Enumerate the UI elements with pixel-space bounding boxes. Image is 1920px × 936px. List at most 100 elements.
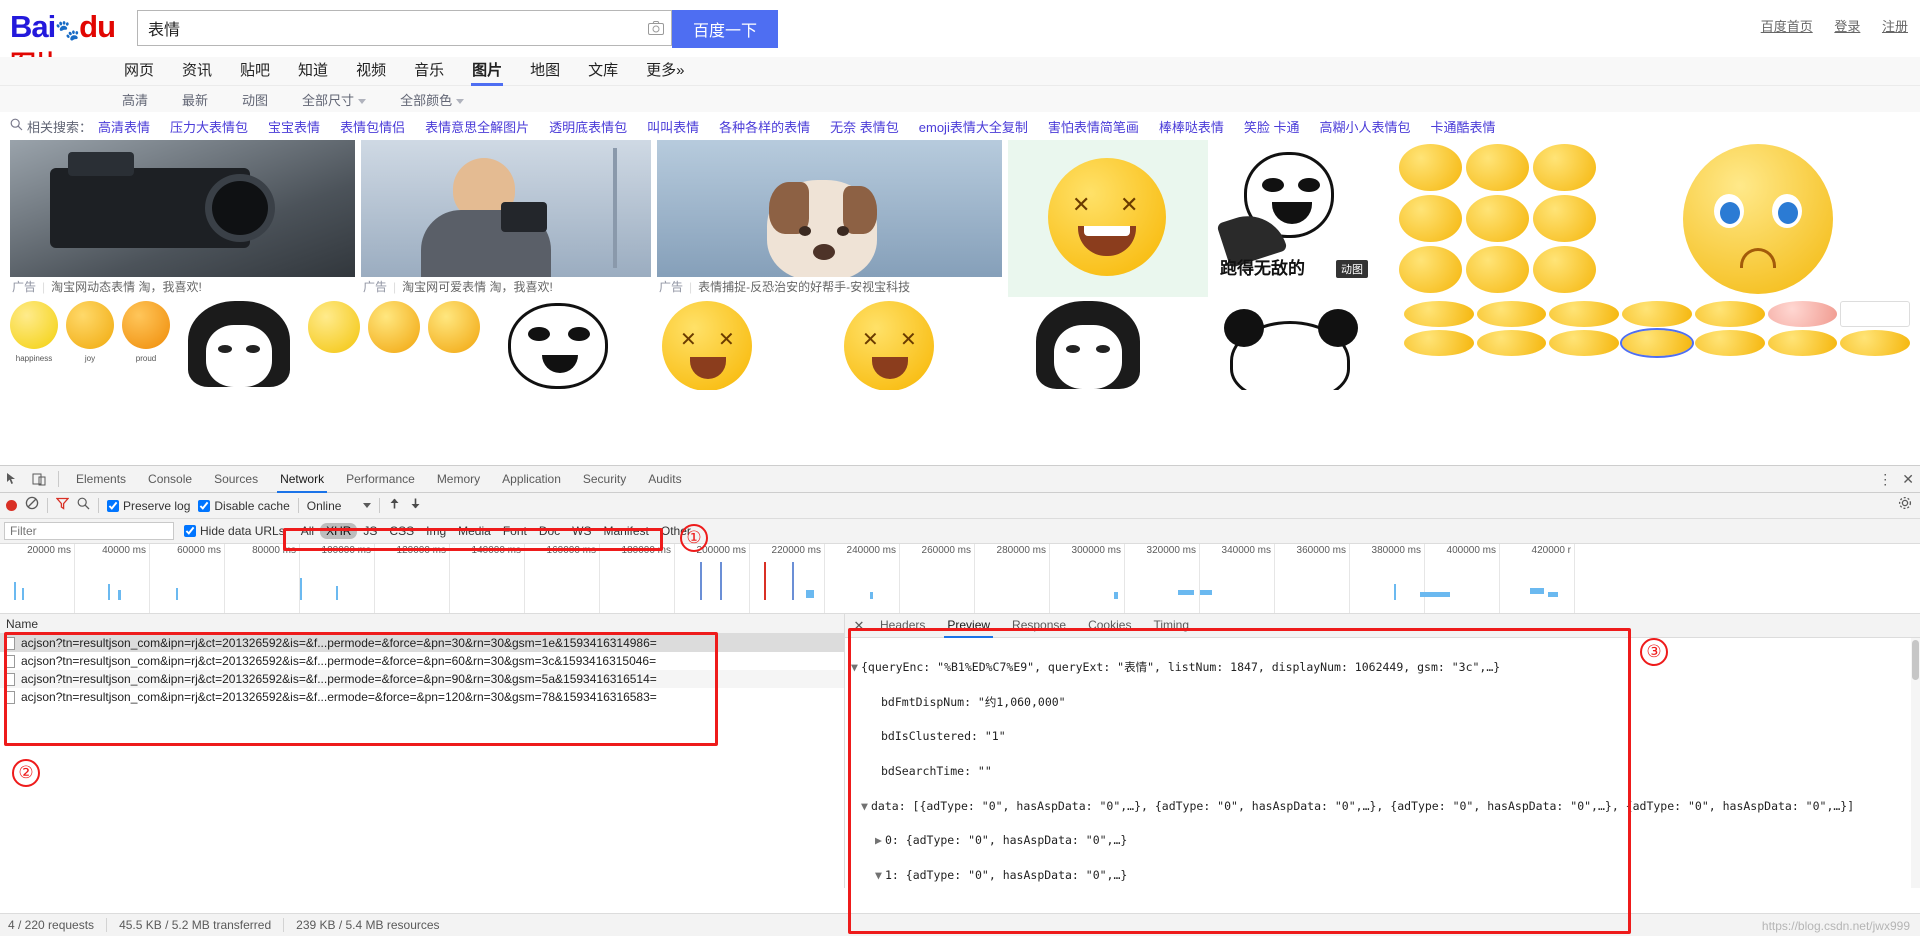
result-thumb-panda-2[interactable] — [1190, 301, 1400, 390]
nav-tab-news[interactable]: 资讯 — [168, 57, 226, 86]
tab-memory[interactable]: Memory — [426, 466, 491, 493]
type-filter-xhr[interactable]: XHR — [320, 523, 358, 539]
type-filter-css[interactable]: CSS — [383, 523, 420, 539]
link-home[interactable]: 百度首页 — [1761, 19, 1813, 34]
nav-tab-music[interactable]: 音乐 — [400, 57, 458, 86]
related-item-8[interactable]: 无奈 表情包 — [830, 117, 899, 136]
result-card-ad-2[interactable]: 广告 | 表情捕捉-反恐治安的好帮手-安视宝科技 — [657, 140, 1002, 297]
detail-scrollbar[interactable] — [1911, 638, 1920, 888]
table-row[interactable]: acjson?tn=resultjson_com&ipn=rj&ct=20132… — [0, 670, 844, 688]
nav-tab-map[interactable]: 地图 — [516, 57, 574, 86]
disclosure-triangle-icon[interactable]: ▼ — [875, 867, 885, 884]
more-vertical-icon[interactable]: ⋮ — [1878, 471, 1892, 488]
camera-icon[interactable] — [641, 10, 671, 46]
nav-tab-tieba[interactable]: 贴吧 — [226, 57, 284, 86]
related-item-14[interactable]: 卡通酷表情 — [1431, 117, 1496, 136]
close-icon[interactable]: ✕ — [1902, 471, 1914, 488]
nav-tab-wenku[interactable]: 文库 — [574, 57, 632, 86]
result-card-ad-1[interactable]: 广告 | 淘宝网可爱表情 淘，我喜欢! — [361, 140, 651, 297]
preview-json-viewer[interactable]: ▼ {queryEnc: "%B1%ED%C7%E9", queryExt: "表… — [845, 638, 1920, 886]
disclosure-triangle-icon[interactable]: ▼ — [861, 798, 871, 815]
related-item-13[interactable]: 高糊小人表情包 — [1320, 117, 1411, 136]
result-thumb-emoji-sheet[interactable] — [1404, 301, 1910, 390]
related-item-3[interactable]: 表情包情侣 — [340, 117, 405, 136]
clear-icon[interactable] — [25, 496, 39, 515]
link-register[interactable]: 注册 — [1882, 19, 1908, 34]
network-overview-timeline[interactable]: 20000 ms 40000 ms 60000 ms 80000 ms 1000… — [0, 544, 1920, 614]
throttling-select[interactable]: Online — [307, 499, 372, 513]
nav-tab-more[interactable]: 更多» — [632, 57, 698, 86]
type-filter-font[interactable]: Font — [497, 523, 533, 539]
result-thumb-panda[interactable] — [484, 301, 634, 390]
detail-tab-response[interactable]: Response — [1001, 614, 1077, 638]
related-item-1[interactable]: 压力大表情包 — [170, 117, 248, 136]
type-filter-ws[interactable]: WS — [566, 523, 597, 539]
table-row[interactable]: acjson?tn=resultjson_com&ipn=rj&ct=20132… — [0, 634, 844, 652]
filter-hd[interactable]: 高清 — [122, 90, 148, 109]
toggle-device-toolbar-icon[interactable] — [26, 466, 52, 492]
type-filter-media[interactable]: Media — [452, 523, 497, 539]
nav-tab-video[interactable]: 视频 — [342, 57, 400, 86]
result-thumb-group-emotions[interactable]: happiness joy proud — [10, 301, 170, 390]
type-filter-doc[interactable]: Doc — [533, 523, 566, 539]
type-filter-img[interactable]: Img — [420, 523, 452, 539]
result-thumb-x-face-1[interactable]: ✕ ✕ — [638, 301, 828, 390]
upload-icon[interactable] — [388, 497, 401, 515]
filter-input[interactable] — [4, 522, 174, 540]
tab-application[interactable]: Application — [491, 466, 572, 493]
result-thumb-x-face-2[interactable]: ✕ ✕ — [832, 301, 1002, 390]
nav-tab-zhidao[interactable]: 知道 — [284, 57, 342, 86]
result-thumb-group-smileys[interactable] — [308, 301, 480, 390]
table-row[interactable]: acjson?tn=resultjson_com&ipn=rj&ct=20132… — [0, 652, 844, 670]
json-line[interactable]: ▶ 0: {adType: "0", hasAspData: "0",…} — [851, 832, 1920, 849]
result-card-ad-0[interactable]: 广告 | 淘宝网动态表情 淘，我喜欢! — [10, 140, 355, 297]
type-filter-js[interactable]: JS — [357, 523, 383, 539]
preserve-log-input[interactable] — [107, 499, 119, 512]
json-line[interactable]: ▼ 1: {adType: "0", hasAspData: "0",…} — [851, 867, 1920, 884]
tab-console[interactable]: Console — [137, 466, 203, 493]
detail-tab-cookies[interactable]: Cookies — [1077, 614, 1142, 638]
related-item-6[interactable]: 叫叫表情 — [647, 117, 699, 136]
inspect-element-icon[interactable] — [0, 466, 26, 492]
baidu-logo[interactable]: Bai🐾du图片 — [10, 9, 123, 80]
json-line[interactable]: ▼ data: [{adType: "0", hasAspData: "0",…}… — [851, 798, 1920, 815]
detail-tab-headers[interactable]: Headers — [869, 614, 936, 638]
disable-cache-checkbox[interactable]: Disable cache — [198, 499, 290, 513]
tab-sources[interactable]: Sources — [203, 466, 269, 493]
filter-color[interactable]: 全部颜色 — [400, 90, 465, 109]
link-login[interactable]: 登录 — [1834, 19, 1860, 34]
download-icon[interactable] — [409, 497, 422, 515]
related-item-11[interactable]: 棒棒哒表情 — [1159, 117, 1224, 136]
related-item-0[interactable]: 高清表情 — [98, 117, 150, 136]
disclosure-triangle-icon[interactable]: ▶ — [875, 832, 885, 849]
nav-tab-image[interactable]: 图片 — [458, 57, 516, 86]
hide-data-urls-input[interactable] — [184, 525, 196, 537]
detail-tab-timing[interactable]: Timing — [1142, 614, 1200, 638]
tab-elements[interactable]: Elements — [65, 466, 137, 493]
related-item-10[interactable]: 害怕表情简笔画 — [1048, 117, 1139, 136]
related-item-2[interactable]: 宝宝表情 — [268, 117, 320, 136]
search-box[interactable] — [137, 10, 672, 46]
result-thumb-meme-girl[interactable] — [174, 301, 304, 390]
nav-tab-webpage[interactable]: 网页 — [110, 57, 168, 86]
filter-latest[interactable]: 最新 — [182, 90, 208, 109]
search-input[interactable] — [138, 19, 641, 37]
tab-audits[interactable]: Audits — [637, 466, 692, 493]
related-item-4[interactable]: 表情意思全解图片 — [425, 117, 529, 136]
related-item-5[interactable]: 透明底表情包 — [549, 117, 627, 136]
hide-data-urls-checkbox[interactable]: Hide data URLs — [184, 524, 285, 538]
disclosure-triangle-icon[interactable]: ▼ — [851, 659, 861, 676]
close-icon[interactable]: ✕ — [849, 618, 869, 634]
result-card-3[interactable]: ✕ ✕ — [1008, 140, 1208, 297]
related-item-9[interactable]: emoji表情大全复制 — [919, 117, 1028, 136]
search-icon[interactable] — [77, 497, 90, 515]
filter-funnel-icon[interactable] — [55, 497, 70, 515]
disable-cache-input[interactable] — [198, 499, 211, 512]
type-filter-manifest[interactable]: Manifest — [598, 523, 655, 539]
detail-tab-preview[interactable]: Preview — [936, 614, 1001, 638]
filter-size[interactable]: 全部尺寸 — [302, 90, 367, 109]
result-card-4-meme[interactable]: 跑得无敌的 动图 — [1214, 140, 1389, 297]
json-line[interactable]: ▼ {queryEnc: "%B1%ED%C7%E9", queryExt: "表… — [851, 659, 1920, 676]
preserve-log-checkbox[interactable]: Preserve log — [107, 499, 190, 513]
type-filter-all[interactable]: All — [295, 523, 320, 539]
